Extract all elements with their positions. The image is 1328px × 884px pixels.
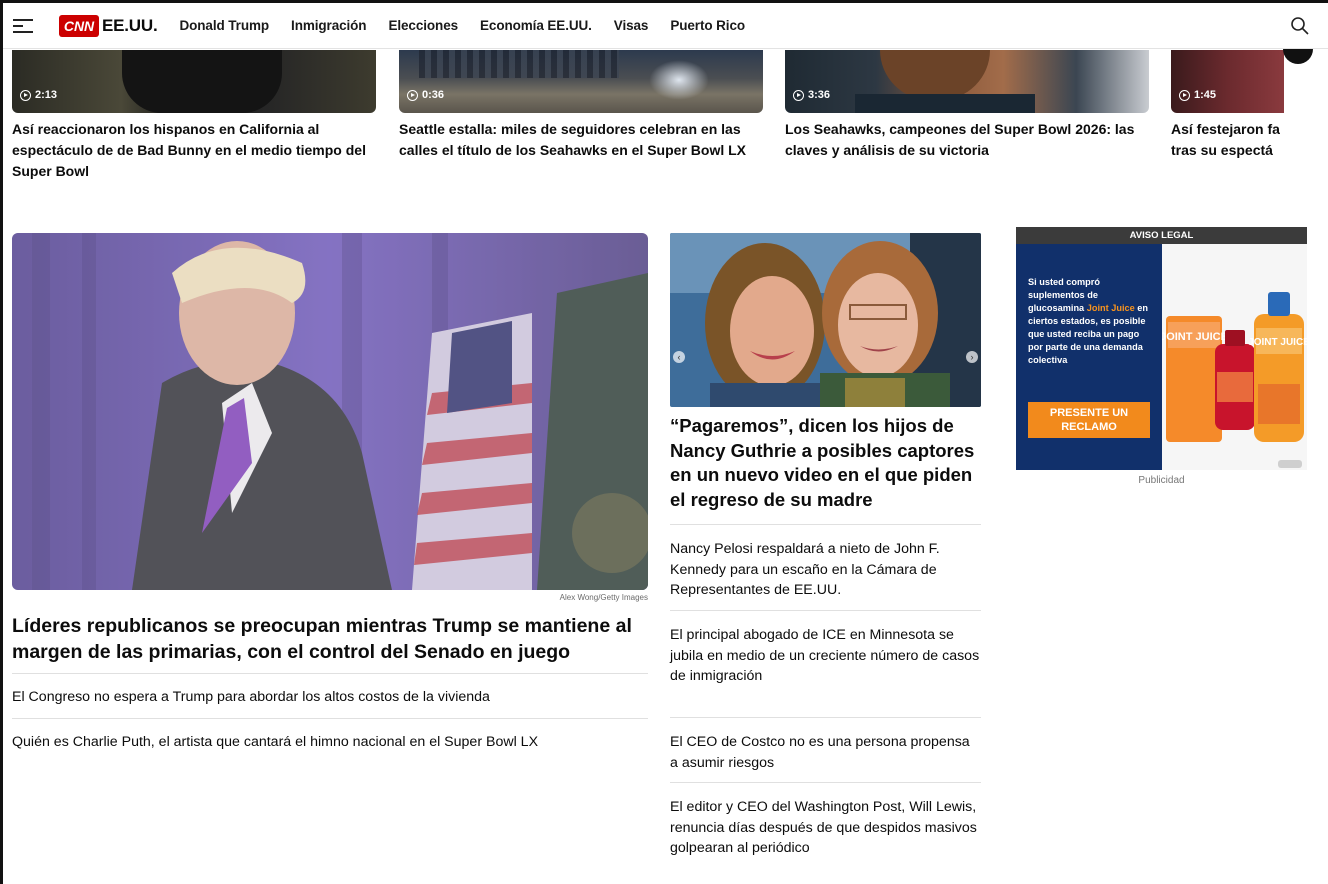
ad-header: AVISO LEGAL <box>1016 227 1307 244</box>
video-duration: 0:36 <box>407 89 444 101</box>
video-thumbnail[interactable]: 0:36 <box>399 50 763 113</box>
video-card[interactable]: 3:36 Los Seahawks, campeones del Super B… <box>785 50 1149 161</box>
nav-item-visas[interactable]: Visas <box>614 18 649 33</box>
lead-story-image[interactable] <box>12 233 648 590</box>
middle-story-image[interactable]: ‹ › <box>670 233 981 407</box>
play-icon <box>407 89 418 101</box>
video-title[interactable]: Seattle estalla: miles de seguidores cel… <box>399 119 763 161</box>
ad-copy: Si usted compró suplementos de glucosami… <box>1028 277 1149 365</box>
lead-related-link[interactable]: Quién es Charlie Puth, el artista que ca… <box>12 718 648 752</box>
video-title[interactable]: Los Seahawks, campeones del Super Bowl 2… <box>785 119 1149 161</box>
middle-related-link[interactable]: El CEO de Costco no es una persona prope… <box>670 717 981 773</box>
video-thumbnail[interactable]: 2:13 <box>12 50 376 113</box>
lead-related-link[interactable]: El Congreso no espera a Trump para abord… <box>12 673 648 707</box>
main-nav: Donald Trump Inmigración Elecciones Econ… <box>165 18 753 33</box>
carousel-next-icon[interactable]: › <box>966 351 978 363</box>
carousel-prev-icon[interactable]: ‹ <box>673 351 685 363</box>
cnn-logo[interactable]: CNN <box>59 14 99 38</box>
nav-item-puerto-rico[interactable]: Puerto Rico <box>670 18 745 33</box>
ad-text-panel: Si usted compró suplementos de glucosami… <box>1016 244 1162 470</box>
ad-label: Publicidad <box>1138 475 1185 486</box>
photo-credit: Alex Wong/Getty Images <box>559 593 648 602</box>
ad-body[interactable]: Si usted compró suplementos de glucosami… <box>1016 244 1307 470</box>
nav-item-elecciones[interactable]: Elecciones <box>388 18 458 33</box>
ad-product-image: JOINT JUICE JOINT JUICE <box>1162 244 1307 470</box>
nav-item-donald-trump[interactable]: Donald Trump <box>179 18 269 33</box>
video-title[interactable]: Así festejaron fa tras su espectá <box>1171 119 1284 161</box>
play-icon <box>1179 89 1190 101</box>
video-title[interactable]: Así reaccionaron los hispanos en Califor… <box>12 119 376 182</box>
video-thumbnail[interactable]: 1:45 <box>1171 50 1284 113</box>
play-icon <box>793 89 804 101</box>
video-duration: 2:13 <box>20 89 57 101</box>
menu-icon[interactable] <box>13 18 33 33</box>
ad-product-name: JOINT JUICE <box>1248 337 1307 348</box>
middle-related-link[interactable]: Nancy Pelosi respaldará a nieto de John … <box>670 524 981 601</box>
middle-related-link[interactable]: El principal abogado de ICE en Minnesota… <box>670 610 981 687</box>
ad-product-name: JOINT JUICE <box>1162 331 1228 343</box>
video-card[interactable]: 2:13 Así reaccionaron los hispanos en Ca… <box>12 50 376 182</box>
ad-claim-button[interactable]: PRESENTE UN RECLAMO <box>1028 402 1150 438</box>
video-card[interactable]: 1:45 Así festejaron fa tras su espectá <box>1171 50 1284 161</box>
site-header: CNN EE.UU. Donald Trump Inmigración Elec… <box>3 3 1328 49</box>
nav-item-economia[interactable]: Economía EE.UU. <box>480 18 592 33</box>
section-title[interactable]: EE.UU. <box>102 16 158 36</box>
nav-item-inmigracion[interactable]: Inmigración <box>291 18 367 33</box>
svg-text:CNN: CNN <box>64 18 95 34</box>
middle-related-link[interactable]: El editor y CEO del Washington Post, Wil… <box>670 782 981 859</box>
advertisement[interactable]: AVISO LEGAL Si usted compró suplementos … <box>1016 227 1307 470</box>
video-card[interactable]: 0:36 Seattle estalla: miles de seguidore… <box>399 50 763 161</box>
lead-story-title[interactable]: Líderes republicanos se preocupan mientr… <box>12 613 642 665</box>
middle-story-title[interactable]: “Pagaremos”, dicen los hijos de Nancy Gu… <box>670 414 981 512</box>
video-thumbnail[interactable]: 3:36 <box>785 50 1149 113</box>
search-icon[interactable] <box>1290 16 1310 36</box>
video-duration: 1:45 <box>1179 89 1216 101</box>
play-icon <box>20 89 31 101</box>
video-duration: 3:36 <box>793 89 830 101</box>
